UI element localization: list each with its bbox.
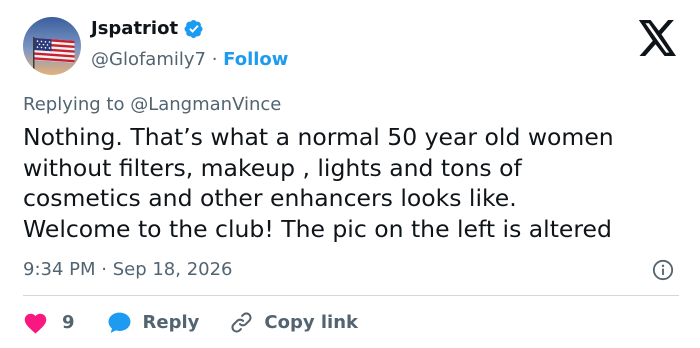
author-display-name[interactable]: Jspatriot [91,18,178,39]
verified-badge-icon [184,19,203,38]
divider [23,295,679,296]
link-icon [231,311,252,333]
like-button[interactable]: 9 [23,311,75,334]
handle-separator: · [205,49,224,70]
like-count: 9 [62,311,75,333]
action-bar: 9 Reply Copy link [23,306,358,338]
avatar[interactable] [23,17,81,75]
speech-bubble-icon [108,312,130,333]
reply-context: Replying to @LangmanVince [23,94,281,115]
heart-icon [24,313,47,334]
author-handle[interactable]: @Glofamily7 [91,49,206,70]
info-icon[interactable] [652,259,674,281]
reply-label: Reply [142,311,200,333]
author-handle-row: @Glofamily7 · Follow [91,49,288,70]
copy-link-label: Copy link [264,311,358,333]
tweet-text: Nothing. That’s what a normal 50 year ol… [23,123,614,243]
tweet-timestamp[interactable]: 9:34 PM · Sep 18, 2026 [23,259,233,280]
copy-link-button[interactable]: Copy link [229,310,358,335]
follow-button[interactable]: Follow [223,49,288,70]
us-flag-avatar-icon [23,17,81,75]
reply-prefix: Replying to [23,94,131,115]
reply-handle-link[interactable]: @LangmanVince [130,94,281,115]
author-name-row[interactable]: Jspatriot [91,18,204,39]
reply-button[interactable]: Reply [107,311,200,334]
x-logo-icon[interactable] [638,20,678,56]
